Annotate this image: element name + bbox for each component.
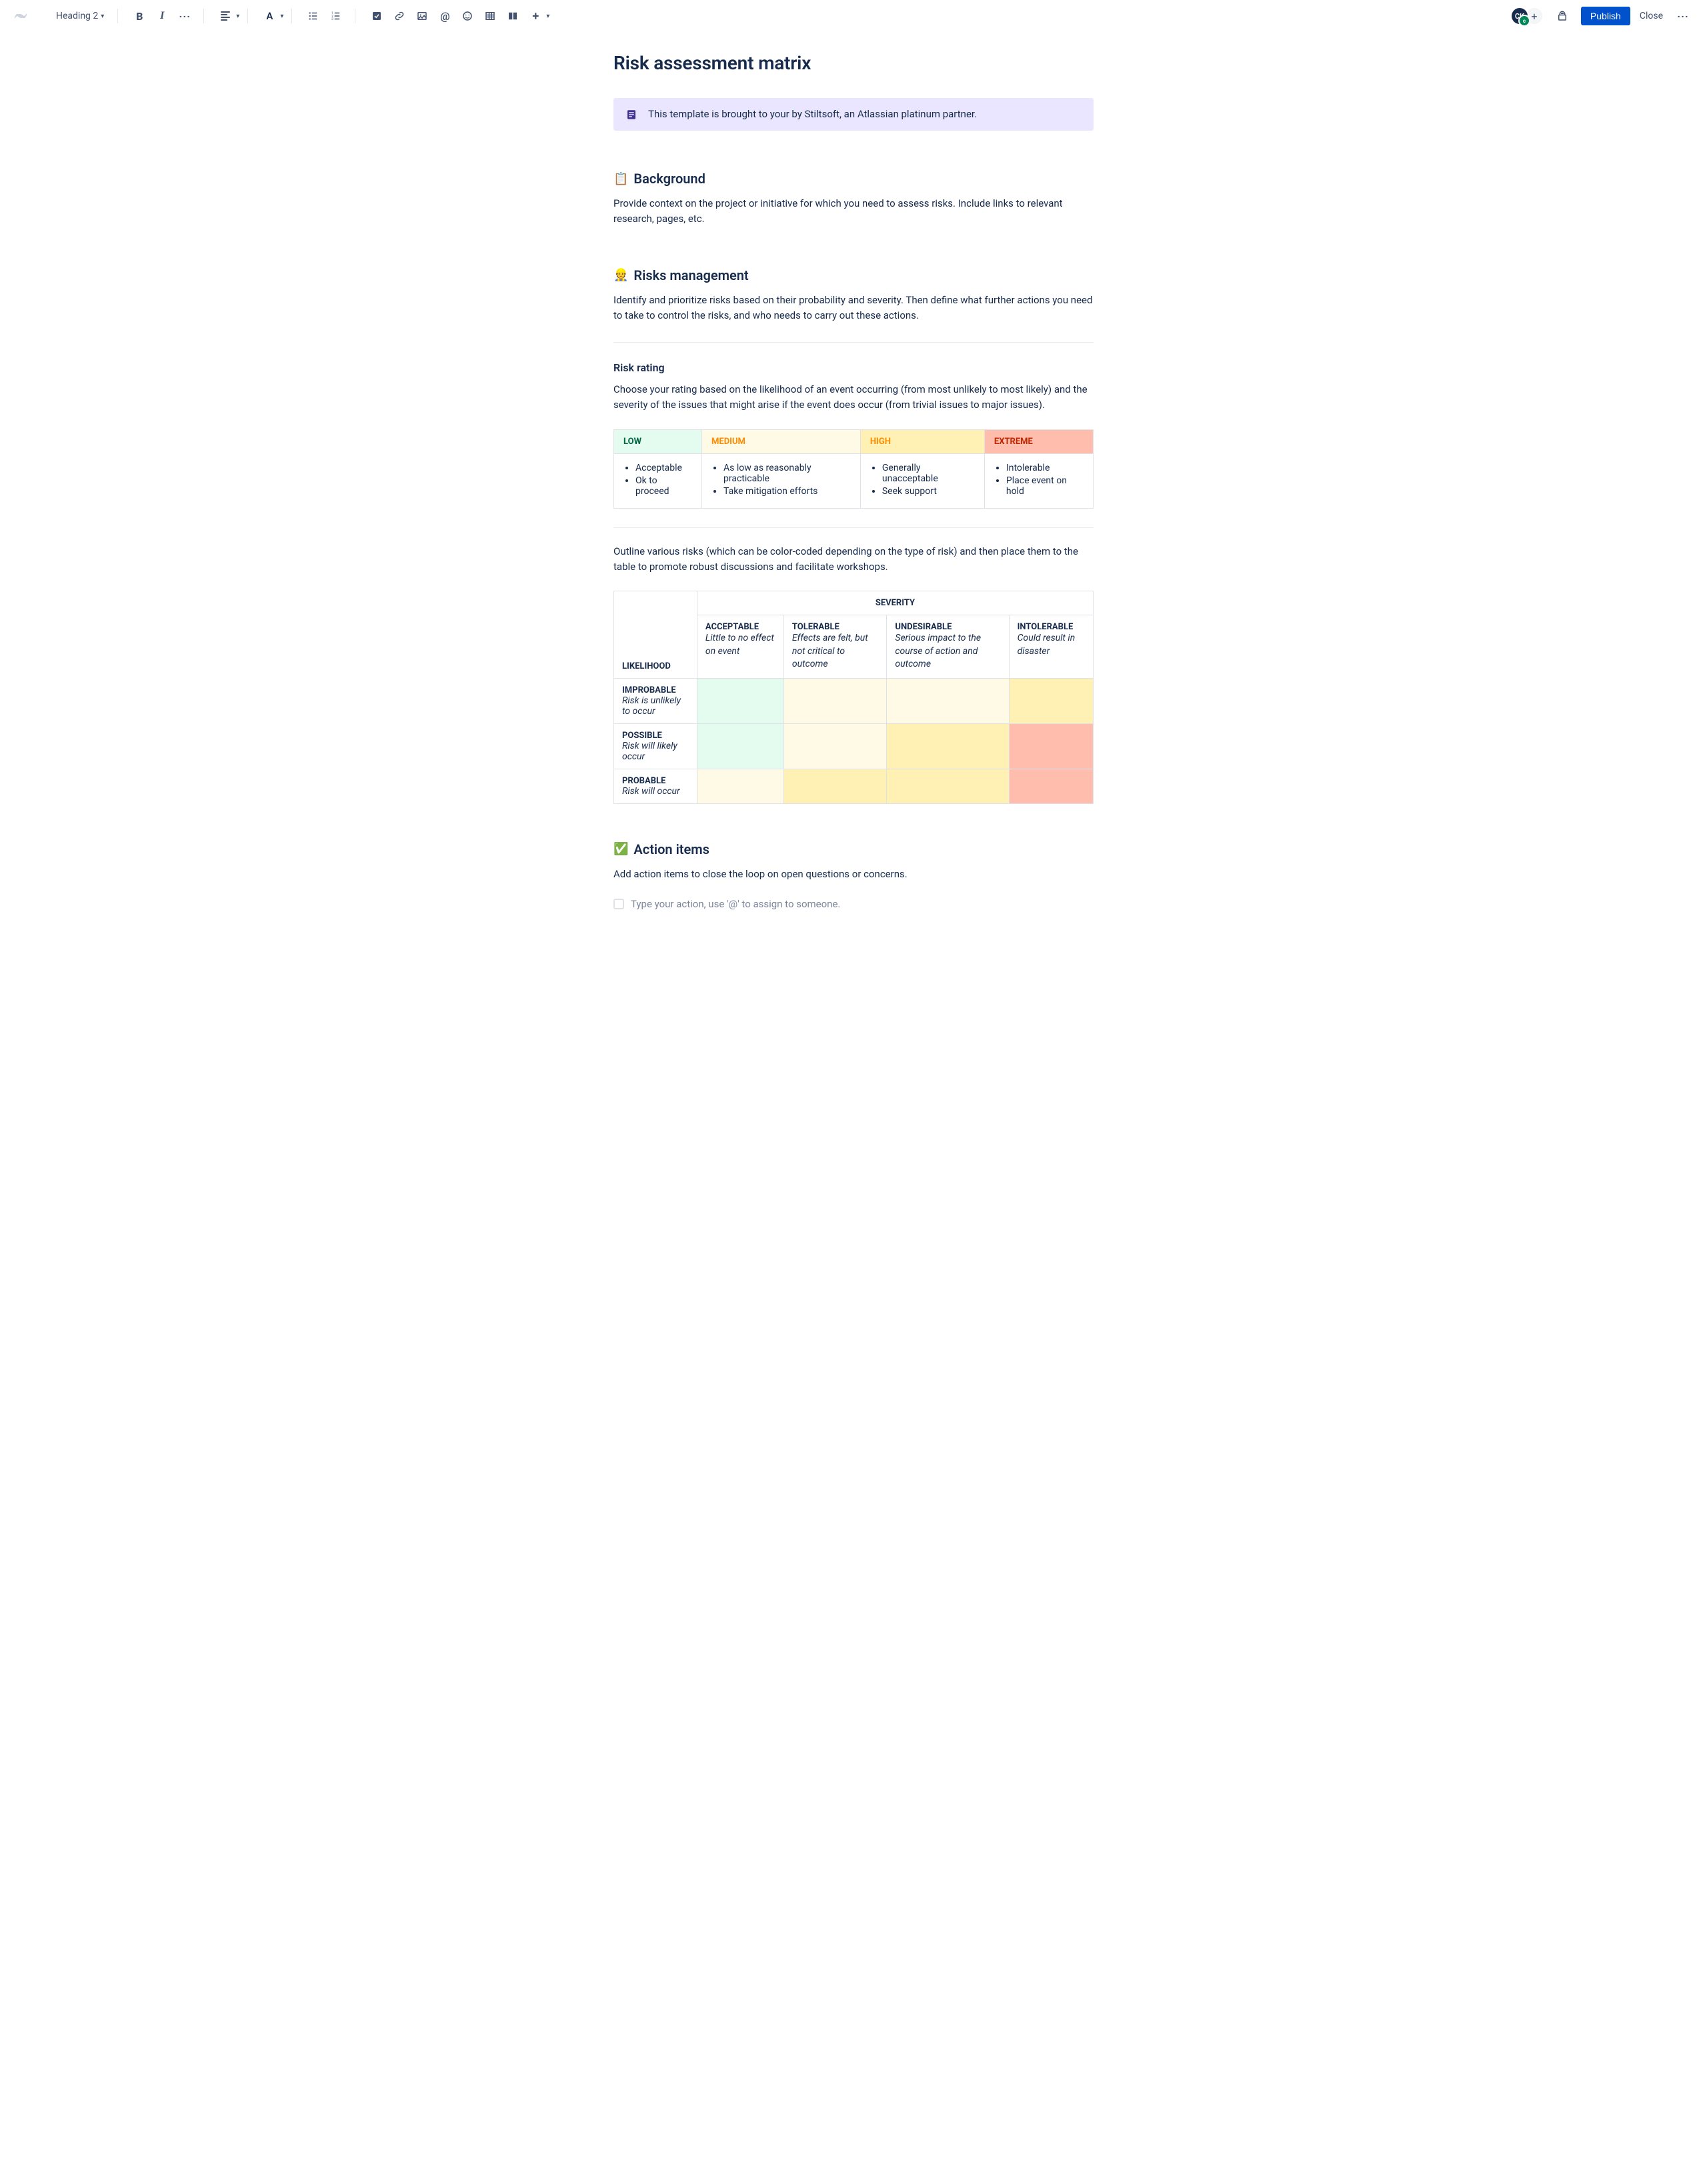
overflow-menu-button[interactable]: ··· [1672,5,1694,27]
cell-likelihood-label[interactable]: LIKELIHOOD [614,591,697,679]
page-body: Risk assessment matrix This template is … [600,32,1107,963]
td-high[interactable]: Generally unacceptableSeek support [860,453,984,508]
matrix-cell[interactable] [783,678,886,723]
body-text[interactable]: Choose your rating based on the likeliho… [613,382,1094,413]
action-item-row[interactable]: Type your action, use '@' to assign to s… [613,898,1094,910]
matrix-cell[interactable] [887,723,1009,769]
sub-heading-risk-rating[interactable]: Risk rating [613,361,1094,374]
publish-button[interactable]: Publish [1581,7,1630,25]
row-improbable[interactable]: IMPROBABLERisk is unlikely to occur [614,678,697,723]
matrix-cell[interactable] [1009,723,1093,769]
divider [613,342,1094,343]
td-medium[interactable]: As low as reasonably practicableTake mit… [702,453,861,508]
th-high[interactable]: HIGH [860,429,984,453]
matrix-cell[interactable] [1009,678,1093,723]
th-extreme[interactable]: EXTREME [984,429,1093,453]
section-heading-background[interactable]: 📋 Background [613,171,1094,187]
row-probable[interactable]: PROBABLERisk will occur [614,769,697,803]
link-button[interactable] [389,5,410,27]
td-low[interactable]: AcceptableOk to proceed [614,453,702,508]
matrix-cell[interactable] [783,769,886,803]
clipboard-icon: 📋 [613,172,628,186]
chevron-down-icon: ▾ [101,13,104,20]
chevron-down-icon: ▾ [280,13,283,20]
text-color-button[interactable]: A [259,5,280,27]
body-text[interactable]: Provide context on the project or initia… [613,196,1094,227]
svg-text:3: 3 [332,17,334,21]
matrix-cell[interactable] [1009,769,1093,803]
divider [613,527,1094,528]
body-text[interactable]: Outline various risks (which can be colo… [613,544,1094,575]
matrix-cell[interactable] [887,678,1009,723]
page-title[interactable]: Risk assessment matrix [613,52,1094,74]
action-item-button[interactable] [366,5,387,27]
th-low[interactable]: LOW [614,429,702,453]
bold-button[interactable]: B [129,5,150,27]
risk-matrix-table[interactable]: LIKELIHOOD SEVERITY ACCEPTABLELittle to … [613,591,1094,804]
more-format-button[interactable]: ··· [174,5,195,27]
numbered-list-button[interactable]: 123 [325,5,347,27]
col-intolerable[interactable]: INTOLERABLECould result in disaster [1009,615,1093,679]
col-acceptable[interactable]: ACCEPTABLELittle to no effect on event [697,615,783,679]
italic-button[interactable]: I [151,5,173,27]
matrix-cell[interactable] [887,769,1009,803]
collaborators: CK + [1510,7,1544,25]
col-tolerable[interactable]: TOLERABLEEffects are felt, but not criti… [783,615,886,679]
user-avatar[interactable]: CK [1510,7,1529,25]
check-icon: ✅ [613,842,628,856]
matrix-cell[interactable] [697,769,783,803]
chevron-down-icon: ▾ [236,13,239,20]
table-button[interactable] [479,5,501,27]
info-panel: This template is brought to your by Stil… [613,98,1094,131]
close-button[interactable]: Close [1633,7,1670,25]
row-possible[interactable]: POSSIBLERisk will likely occur [614,723,697,769]
action-placeholder-text[interactable]: Type your action, use '@' to assign to s… [631,898,840,910]
section-heading-risks[interactable]: 👷 Risks management [613,267,1094,283]
body-text[interactable]: Add action items to close the loop on op… [613,867,1094,882]
image-button[interactable] [411,5,433,27]
th-medium[interactable]: MEDIUM [702,429,861,453]
action-checkbox[interactable] [613,899,624,909]
insert-more-button[interactable]: + [525,5,546,27]
mention-button[interactable]: @ [434,5,455,27]
panel-note-icon [625,109,637,121]
restrictions-button[interactable] [1552,5,1573,27]
chevron-down-icon: ▾ [546,13,549,20]
matrix-cell[interactable] [697,678,783,723]
text-style-select[interactable]: Heading 2 ▾ [51,8,109,24]
section-heading-actions[interactable]: ✅ Action items [613,841,1094,857]
worker-icon: 👷 [613,268,628,282]
editor-toolbar: Heading 2 ▾ B I ··· ▾ A ▾ 123 @ [0,0,1707,32]
emoji-button[interactable] [457,5,478,27]
body-text[interactable]: Identify and prioritize risks based on t… [613,293,1094,324]
col-undesirable[interactable]: UNDESIRABLESerious impact to the course … [887,615,1009,679]
cell-severity-label[interactable]: SEVERITY [697,591,1093,615]
layouts-button[interactable] [502,5,523,27]
info-panel-text[interactable]: This template is brought to your by Stil… [648,107,977,121]
td-extreme[interactable]: IntolerablePlace event on hold [984,453,1093,508]
matrix-cell[interactable] [783,723,886,769]
risk-rating-table[interactable]: LOW MEDIUM HIGH EXTREME AcceptableOk to … [613,429,1094,509]
matrix-cell[interactable] [697,723,783,769]
confluence-logo-icon [13,9,28,23]
bullet-list-button[interactable] [303,5,324,27]
align-button[interactable] [215,5,236,27]
